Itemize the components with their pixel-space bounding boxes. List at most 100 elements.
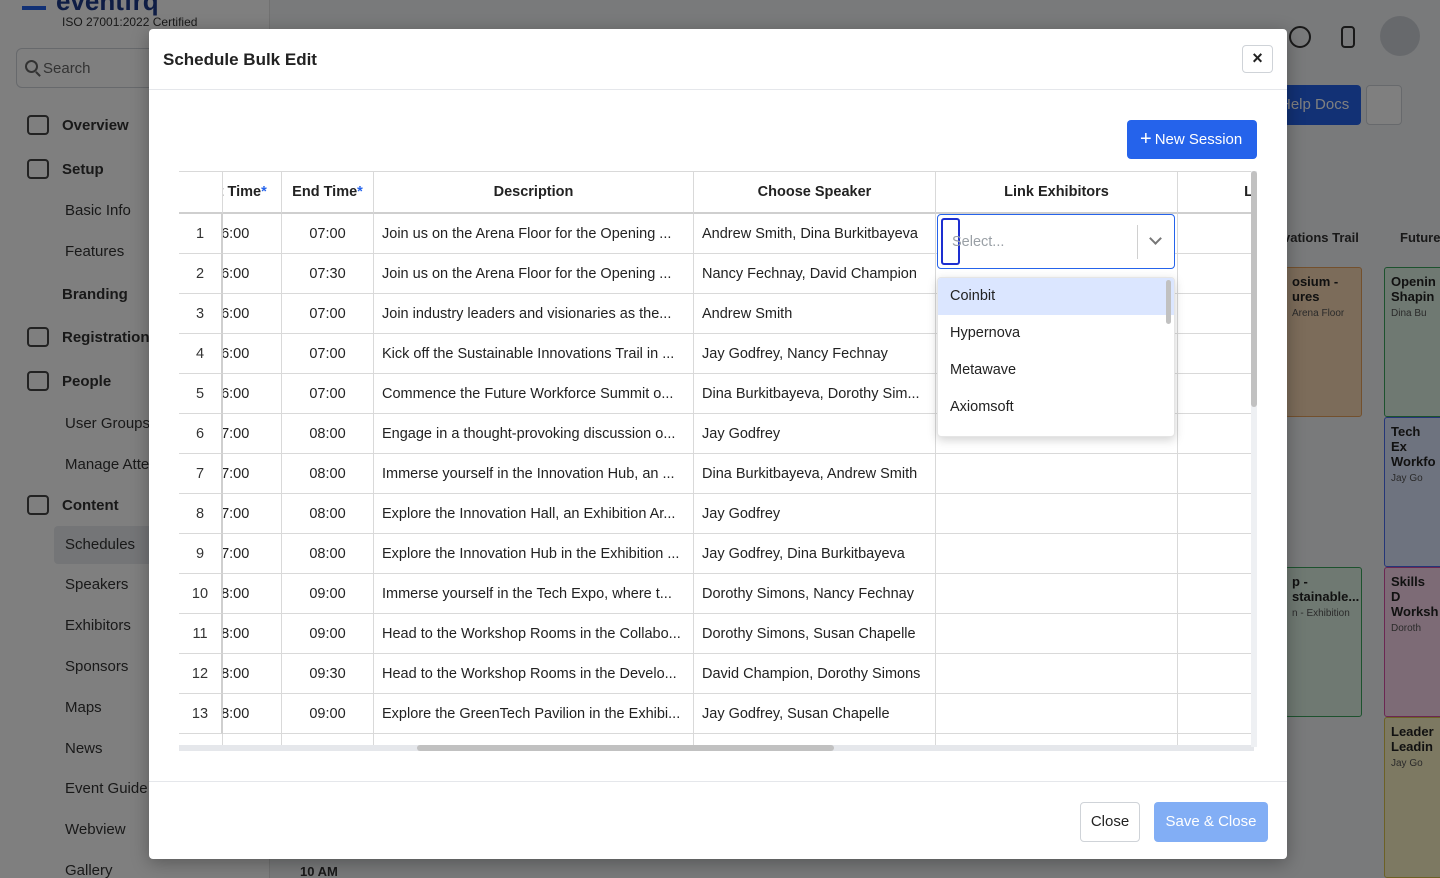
option-axiomsoft[interactable]: Axiomsoft: [938, 389, 1174, 426]
row-number: 12: [179, 654, 223, 694]
modal-header: Schedule Bulk Edit ×: [149, 29, 1287, 90]
link-exhibitors-cell[interactable]: [936, 654, 1178, 694]
vertical-scrollbar-thumb[interactable]: [1251, 171, 1257, 407]
link-exhibitors-cell[interactable]: [936, 494, 1178, 534]
end-time-cell[interactable]: 09:30: [282, 654, 374, 694]
description-cell[interactable]: Explore the GreenTech Pavilion in the Ex…: [374, 694, 694, 734]
start-time-cell[interactable]: 07:00: [223, 454, 282, 494]
end-time-cell[interactable]: 07:00: [282, 214, 374, 254]
speaker-cell[interactable]: Dina Burkitbayeva, Andrew Smith: [694, 454, 936, 494]
speaker-cell[interactable]: Jay Godfrey, Nancy Fechnay: [694, 334, 936, 374]
speaker-cell[interactable]: Jay Godfrey, Dina Burkitbayeva: [694, 534, 936, 574]
speaker-cell[interactable]: Nancy Fechnay, David Champion: [694, 254, 936, 294]
link-exhibitors-cell[interactable]: [936, 454, 1178, 494]
speaker-cell[interactable]: Jay Godfrey: [694, 494, 936, 534]
next-column-cell[interactable]: [1178, 454, 1254, 494]
next-column-cell[interactable]: [1178, 654, 1254, 694]
start-time-cell[interactable]: 08:00: [223, 694, 282, 734]
description-cell[interactable]: Head to the Workshop Rooms in the Develo…: [374, 654, 694, 694]
next-column-cell[interactable]: [1178, 414, 1254, 454]
column-header-next[interactable]: L: [1178, 172, 1254, 214]
link-exhibitors-cell[interactable]: [936, 694, 1178, 734]
description-cell[interactable]: Engage in a thought-provoking discussion…: [374, 414, 694, 454]
speaker-cell[interactable]: Jay Godfrey, Susan Chapelle: [694, 694, 936, 734]
end-time-cell[interactable]: 08:00: [282, 454, 374, 494]
end-time-cell[interactable]: 08:00: [282, 534, 374, 574]
end-time-cell[interactable]: 07:30: [282, 254, 374, 294]
description-cell[interactable]: Kick off the Sustainable Innovations Tra…: [374, 334, 694, 374]
end-time-cell[interactable]: 08:00: [282, 494, 374, 534]
description-cell[interactable]: Commence the Future Workforce Summit o..…: [374, 374, 694, 414]
description-cell[interactable]: Head to the Workshop Rooms in the Collab…: [374, 614, 694, 654]
description-cell[interactable]: Immerse yourself in the Tech Expo, where…: [374, 574, 694, 614]
start-time-cell[interactable]: 06:00: [223, 294, 282, 334]
select-separator: [1137, 225, 1138, 259]
speaker-cell[interactable]: David Champion, Dorothy Simons: [694, 654, 936, 694]
end-time-cell[interactable]: 07:00: [282, 334, 374, 374]
start-time-cell[interactable]: 07:00: [223, 414, 282, 454]
start-time-cell[interactable]: 07:00: [223, 494, 282, 534]
start-time-cell[interactable]: 08:00: [223, 654, 282, 694]
start-time-cell[interactable]: 06:00: [223, 254, 282, 294]
next-column-cell[interactable]: [1178, 294, 1254, 334]
schedule-bulk-edit-dialog: Schedule Bulk Edit × +New Session rt Tim…: [149, 29, 1287, 859]
start-time-cell[interactable]: 06:00: [223, 334, 282, 374]
end-time-cell[interactable]: 07:00: [282, 294, 374, 334]
speaker-cell[interactable]: Andrew Smith: [694, 294, 936, 334]
row-number: 5: [179, 374, 223, 414]
close-icon[interactable]: ×: [1242, 45, 1273, 73]
next-column-cell[interactable]: [1178, 254, 1254, 294]
chevron-down-icon[interactable]: [1149, 232, 1162, 245]
option-hypernova[interactable]: Hypernova: [938, 315, 1174, 352]
description-cell[interactable]: Immerse yourself in the Innovation Hub, …: [374, 454, 694, 494]
option-metawave[interactable]: Metawave: [938, 352, 1174, 389]
description-cell[interactable]: Join industry leaders and visionaries as…: [374, 294, 694, 334]
column-header-choose-speaker[interactable]: Choose Speaker: [694, 172, 936, 214]
end-time-cell[interactable]: 09:00: [282, 694, 374, 734]
next-column-cell[interactable]: [1178, 574, 1254, 614]
option-coinbit[interactable]: Coinbit: [938, 278, 1174, 315]
save-close-button[interactable]: Save & Close: [1154, 802, 1268, 842]
horizontal-scrollbar-thumb[interactable]: [417, 745, 834, 751]
end-time-cell[interactable]: 09:00: [282, 574, 374, 614]
next-column-cell[interactable]: [1178, 214, 1254, 254]
next-column-cell[interactable]: [1178, 694, 1254, 734]
speaker-cell[interactable]: Jay Godfrey: [694, 414, 936, 454]
dropdown-scrollbar[interactable]: [1166, 280, 1171, 324]
speaker-cell[interactable]: Dorothy Simons, Nancy Fechnay: [694, 574, 936, 614]
start-time-cell[interactable]: 08:00: [223, 574, 282, 614]
description-cell[interactable]: Explore the Innovation Hub in the Exhibi…: [374, 534, 694, 574]
description-cell[interactable]: Join us on the Arena Floor for the Openi…: [374, 214, 694, 254]
row-number: 1: [179, 214, 223, 254]
close-button[interactable]: Close: [1080, 802, 1140, 842]
column-header-end-time[interactable]: End Time*: [282, 172, 374, 214]
speaker-cell[interactable]: Dina Burkitbayeva, Dorothy Sim...: [694, 374, 936, 414]
row-number: 4: [179, 334, 223, 374]
row-number: 3: [179, 294, 223, 334]
next-column-cell[interactable]: [1178, 614, 1254, 654]
start-time-cell[interactable]: 08:00: [223, 614, 282, 654]
description-cell[interactable]: Join us on the Arena Floor for the Openi…: [374, 254, 694, 294]
start-time-cell[interactable]: 06:00: [223, 214, 282, 254]
column-header-link-exhibitors[interactable]: Link Exhibitors: [936, 172, 1178, 214]
link-exhibitors-cell[interactable]: [936, 534, 1178, 574]
row-number-header: [179, 172, 223, 214]
next-column-cell[interactable]: [1178, 334, 1254, 374]
start-time-cell[interactable]: 07:00: [223, 534, 282, 574]
speaker-cell[interactable]: Andrew Smith, Dina Burkitbayeva: [694, 214, 936, 254]
speaker-cell[interactable]: Dorothy Simons, Susan Chapelle: [694, 614, 936, 654]
next-column-cell[interactable]: [1178, 534, 1254, 574]
link-exhibitors-cell[interactable]: [936, 614, 1178, 654]
end-time-cell[interactable]: 08:00: [282, 414, 374, 454]
end-time-cell[interactable]: 09:00: [282, 614, 374, 654]
next-column-cell[interactable]: [1178, 494, 1254, 534]
end-time-cell[interactable]: 07:00: [282, 374, 374, 414]
start-time-cell[interactable]: 06:00: [223, 374, 282, 414]
column-header-start-time[interactable]: rt Time*: [223, 172, 282, 214]
link-exhibitors-select[interactable]: Select...: [937, 214, 1175, 269]
next-column-cell[interactable]: [1178, 374, 1254, 414]
new-session-button[interactable]: + New Session: [1127, 120, 1257, 159]
description-cell[interactable]: Explore the Innovation Hall, an Exhibiti…: [374, 494, 694, 534]
link-exhibitors-cell[interactable]: [936, 574, 1178, 614]
column-header-description[interactable]: Description: [374, 172, 694, 214]
